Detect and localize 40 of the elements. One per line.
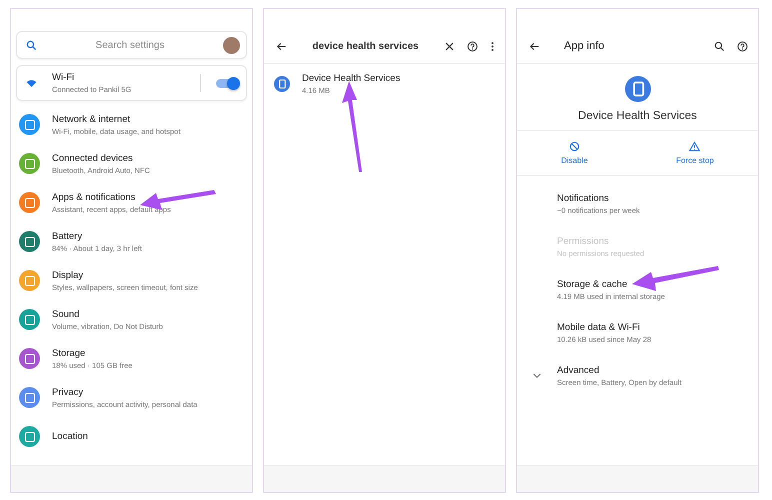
item-title: Sound bbox=[52, 308, 80, 320]
item-title: Notifications bbox=[557, 192, 610, 204]
chevron-down-icon[interactable] bbox=[533, 372, 541, 378]
item-title: Location bbox=[52, 431, 88, 442]
item-title: Permissions bbox=[557, 236, 610, 246]
search-input[interactable]: device health services bbox=[299, 40, 432, 52]
item-title: Mobile data & Wi-Fi bbox=[557, 322, 641, 332]
app-name: Device Health Services bbox=[578, 110, 697, 122]
avatar[interactable] bbox=[223, 36, 240, 54]
item-title: Display bbox=[52, 270, 84, 280]
help-icon[interactable] bbox=[737, 40, 748, 52]
help-icon[interactable] bbox=[467, 40, 478, 52]
item-title: Apps & notifications bbox=[52, 192, 136, 202]
search-icon[interactable] bbox=[714, 40, 725, 52]
settings-item[interactable]: Location bbox=[16, 417, 247, 456]
search-field[interactable]: Search settings bbox=[16, 31, 247, 59]
action-button[interactable]: Force stop bbox=[670, 139, 720, 167]
back-arrow-icon[interactable] bbox=[529, 40, 540, 52]
wifi-title: Wi-Fi bbox=[52, 72, 76, 83]
item-title: Connected devices bbox=[52, 152, 134, 164]
search-icon bbox=[26, 40, 37, 50]
item-title: Storage bbox=[52, 348, 86, 358]
back-arrow-icon[interactable] bbox=[276, 40, 287, 52]
warning-icon bbox=[689, 141, 700, 152]
block-icon bbox=[568, 141, 580, 152]
phone-icon bbox=[624, 76, 650, 102]
phone-icon bbox=[274, 76, 290, 92]
action-button[interactable]: Disable bbox=[555, 139, 594, 167]
wifi-icon bbox=[26, 78, 37, 88]
result-title: Device Health Services bbox=[302, 73, 400, 84]
search-input[interactable]: Search settings bbox=[37, 38, 223, 52]
close-icon[interactable] bbox=[444, 40, 455, 52]
more-options-icon[interactable] bbox=[490, 40, 495, 52]
item-title: Privacy bbox=[52, 386, 84, 398]
item-title: Battery bbox=[52, 230, 84, 242]
item-title: Advanced bbox=[557, 364, 600, 376]
wifi-toggle[interactable] bbox=[216, 78, 238, 88]
page-title: App info bbox=[564, 40, 606, 52]
item-title: Storage & cache bbox=[557, 278, 628, 290]
item-title: Network & internet bbox=[52, 114, 132, 124]
